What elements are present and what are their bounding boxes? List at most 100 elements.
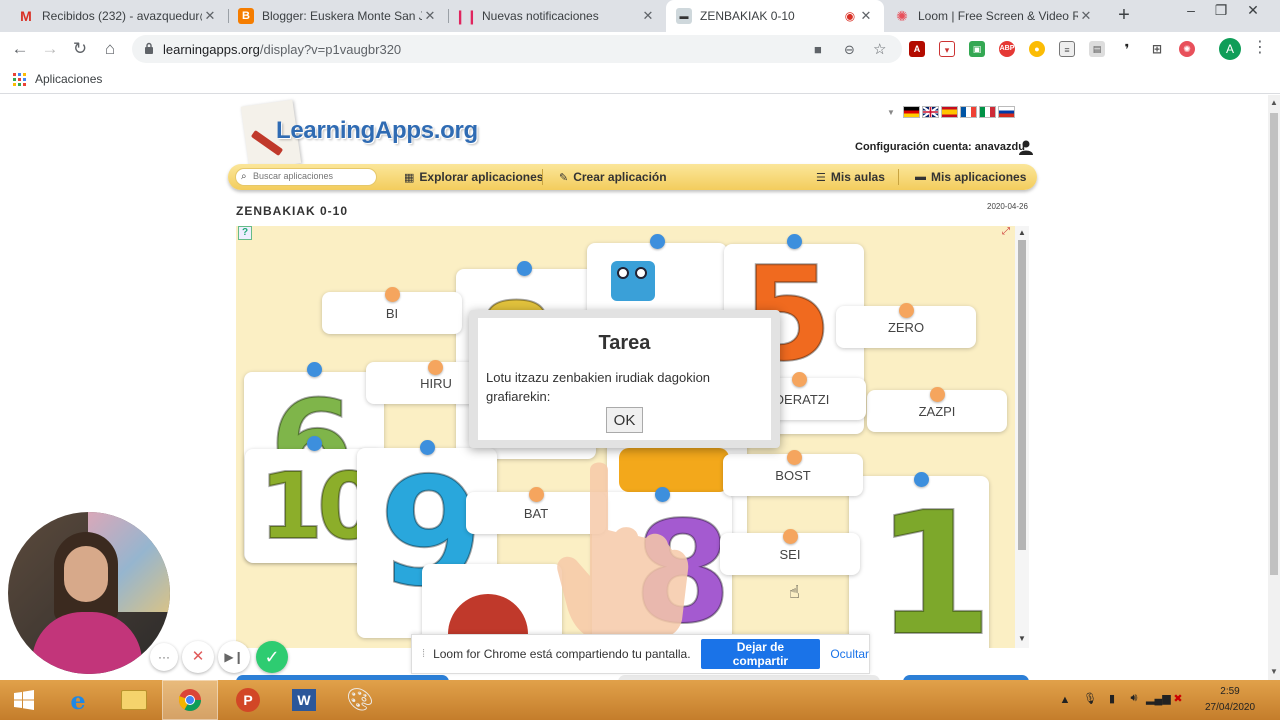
scrollbar-thumb[interactable] (1270, 113, 1278, 575)
home-icon[interactable]: ⌂ (98, 37, 122, 61)
sheet-extension-icon[interactable]: ≡ (1059, 41, 1075, 57)
create-app-menu[interactable]: ✎ Crear aplicación (559, 170, 667, 184)
apps-grid-icon[interactable] (13, 73, 26, 86)
my-classes-menu[interactable]: ☰ Mis aulas (816, 170, 885, 184)
show-hidden-icons[interactable]: ▲ (1055, 694, 1075, 706)
user-icon[interactable] (1018, 139, 1034, 155)
finish-recording-button[interactable]: ✓ (256, 641, 288, 673)
flag-fr-icon[interactable] (959, 106, 977, 118)
webcam-bubble[interactable] (8, 512, 170, 674)
scroll-down-arrow[interactable]: ▼ (1015, 634, 1029, 643)
taskbar-explorer[interactable] (106, 680, 162, 720)
my-apps-menu[interactable]: ▬ Mis aplicaciones (915, 170, 1026, 184)
tab-blogger[interactable]: B Blogger: Euskera Monte San Juli ✕ (228, 0, 448, 32)
screencast-extension-icon[interactable]: ▣ (969, 41, 985, 57)
gmail-icon: M (20, 8, 32, 24)
bookmark-star-icon[interactable]: ☆ (873, 40, 886, 58)
zoom-icon[interactable]: ⊖ (844, 42, 855, 58)
close-tab-icon[interactable]: ✕ (202, 8, 218, 24)
tab-gmail[interactable]: M Recibidos (232) - avazquedur@ ✕ (8, 0, 228, 32)
scroll-down-arrow[interactable]: ▼ (1268, 667, 1280, 676)
taskbar-ie[interactable]: e (50, 680, 106, 720)
pause-recording-button[interactable]: ▶❙ (218, 641, 250, 673)
taskbar-chrome[interactable] (162, 680, 218, 720)
adblock-extension-icon[interactable]: ABP (999, 41, 1015, 57)
tab-notifications[interactable]: ❙❙ Nuevas notificaciones ✕ (448, 0, 666, 32)
game-scrollbar[interactable]: ▲ ▼ (1015, 226, 1029, 648)
hide-link[interactable]: Ocultar (830, 647, 869, 661)
stop-sharing-button[interactable]: Dejar de compartir (700, 639, 821, 669)
more-options-button[interactable]: ··· (150, 643, 178, 671)
app-title: ZENBAKIAK 0-10 (236, 204, 349, 218)
menu-label: Mis aulas (830, 170, 885, 184)
apps-extension-icon[interactable]: ⊞ (1149, 41, 1165, 57)
start-button[interactable] (0, 680, 48, 720)
page-scrollbar[interactable]: ▲ ▼ (1268, 95, 1280, 680)
profile-avatar[interactable]: A (1219, 38, 1241, 60)
loom-extension-icon[interactable]: ✺ (1179, 41, 1195, 57)
flag-en-icon[interactable] (921, 106, 939, 118)
close-tab-icon[interactable]: ✕ (422, 8, 438, 24)
drag-handle-icon[interactable]: ⁞ (422, 648, 425, 660)
number-card-1[interactable]: 1 (849, 476, 989, 648)
quote-extension-icon[interactable]: ❜ (1119, 41, 1135, 57)
back-arrow-icon[interactable]: ← (8, 37, 32, 61)
tab-zenbakiak[interactable]: ▬ ZENBAKIAK 0-10 ◉ ✕ (666, 0, 884, 32)
scroll-up-arrow[interactable]: ▲ (1268, 98, 1280, 107)
monster-graphic (611, 261, 655, 301)
forward-arrow-icon[interactable]: → (38, 37, 62, 61)
taskbar-powerpoint[interactable]: P (220, 680, 276, 720)
tab-title: Nuevas notificaciones (482, 9, 599, 23)
menu-divider (898, 169, 899, 185)
microphone-icon[interactable]: 🎙︎ (1080, 692, 1100, 705)
fullscreen-icon[interactable]: ⤢ (1000, 226, 1012, 238)
flag-de-icon[interactable] (902, 106, 920, 118)
taskbar-paint[interactable]: 🎨︎ (332, 680, 388, 720)
app-date: 2020-04-26 (987, 202, 1028, 211)
flag-it-icon[interactable] (978, 106, 996, 118)
reload-icon[interactable]: ↻ (68, 37, 92, 61)
chrome-icon (179, 689, 201, 711)
close-tab-icon[interactable]: ✕ (640, 8, 656, 24)
scrollbar-thumb[interactable] (1018, 240, 1026, 550)
grid-extension-icon[interactable]: ▤ (1089, 41, 1105, 57)
camera-icon[interactable]: ■ (814, 42, 822, 57)
tab-loom[interactable]: ✺ Loom | Free Screen & Video Rec ✕ (884, 0, 1104, 32)
system-clock[interactable]: 2:59 27/04/2020 (1200, 684, 1260, 716)
explore-apps-menu[interactable]: ▦ Explorar aplicaciones (404, 170, 543, 184)
card-pin (307, 362, 322, 377)
help-icon[interactable]: ? (238, 226, 252, 240)
save-extension-icon[interactable]: ▾ (939, 41, 955, 57)
flag-es-icon[interactable] (940, 106, 958, 118)
word-pin (930, 387, 945, 402)
account-settings-link[interactable]: Configuración cuenta: anavazdu (855, 141, 1025, 153)
search-input[interactable] (253, 171, 373, 181)
word-pin (787, 450, 802, 465)
close-tab-icon[interactable]: ✕ (1078, 8, 1094, 24)
cancel-recording-button[interactable]: ✕ (182, 641, 214, 673)
scroll-up-arrow[interactable]: ▲ (1015, 228, 1029, 237)
taskbar-word[interactable]: W (276, 680, 332, 720)
volume-icon[interactable]: 🔊︎ (1124, 692, 1144, 705)
ok-button[interactable]: OK (606, 407, 643, 433)
flag-ru-icon[interactable] (997, 106, 1015, 118)
color-extension-icon[interactable]: ● (1029, 41, 1045, 57)
chrome-menu-icon[interactable]: ⋮ (1252, 37, 1268, 57)
maximize-button[interactable]: ❐ (1206, 0, 1236, 24)
address-bar[interactable]: learningapps.org/display?v=p1vaugbr320 ■… (132, 35, 902, 63)
search-field[interactable]: ⌕ (235, 168, 377, 186)
site-logo[interactable]: LearningApps.org (276, 117, 478, 145)
action-center-icon[interactable]: ✖ (1168, 692, 1188, 705)
network-icon[interactable]: ▂▄▆ (1146, 692, 1171, 705)
loom-icon: ✺ (896, 7, 908, 24)
acrobat-extension-icon[interactable]: A (909, 41, 925, 57)
word-pin (783, 529, 798, 544)
new-tab-button[interactable]: + (1112, 4, 1136, 28)
close-window-button[interactable]: ✕ (1238, 0, 1268, 24)
close-tab-icon[interactable]: ✕ (858, 8, 874, 24)
card-pin (420, 440, 435, 455)
chevron-down-icon[interactable]: ▼ (887, 108, 895, 117)
battery-icon[interactable]: ▮ (1102, 692, 1122, 705)
bookmark-apps-link[interactable]: Aplicaciones (35, 72, 102, 86)
minimize-button[interactable]: – (1176, 0, 1206, 24)
